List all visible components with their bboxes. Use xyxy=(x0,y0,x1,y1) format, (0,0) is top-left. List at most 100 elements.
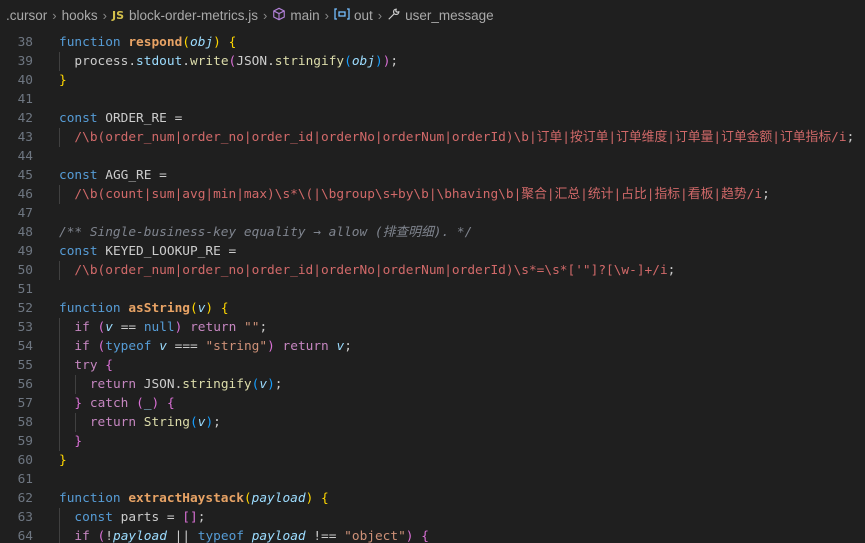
chevron-right-icon: › xyxy=(263,7,268,23)
code-line[interactable]: 54 if (typeof v === "string") return v; xyxy=(0,337,865,356)
code-line[interactable]: 57 } catch (_) { xyxy=(0,394,865,413)
line-number: 62 xyxy=(17,491,33,506)
code-token: const xyxy=(74,510,121,525)
chevron-right-icon: › xyxy=(324,7,329,23)
code-token: stdout xyxy=(136,54,183,69)
code-text: /** Single-business-key equality → allow… xyxy=(59,223,472,242)
code-line[interactable]: 59 } xyxy=(0,432,865,451)
code-token: ORDER_RE = xyxy=(105,111,183,126)
code-token: ( xyxy=(189,301,198,316)
line-number: 60 xyxy=(17,453,33,468)
breadcrumb-symbol-user-message[interactable]: user_message xyxy=(387,7,494,24)
code-editor[interactable]: 38 function respond(obj) {39 process.stdo… xyxy=(0,33,865,543)
breadcrumb-file[interactable]: JS block-order-metrics.js xyxy=(112,8,258,23)
code-line[interactable]: 55 try { xyxy=(0,356,865,375)
code-text: const parts = []; xyxy=(59,508,205,527)
code-text: if (typeof v === "string") return v; xyxy=(59,337,352,356)
chevron-right-icon: › xyxy=(102,7,107,23)
code-line[interactable]: 48 /** Single-business-key equality → all… xyxy=(0,223,865,242)
code-line[interactable]: 44 xyxy=(0,147,865,166)
code-line[interactable]: 49 const KEYED_LOOKUP_RE = xyxy=(0,242,865,261)
code-text: } xyxy=(59,71,67,90)
code-token: [] xyxy=(182,510,198,525)
line-number: 47 xyxy=(17,206,33,221)
code-token: ( xyxy=(182,35,190,50)
breadcrumb-folder[interactable]: .cursor xyxy=(6,8,47,23)
code-line[interactable]: 52 function asString(v) { xyxy=(0,299,865,318)
code-token: ; xyxy=(390,54,399,69)
code-token: if xyxy=(74,320,98,335)
line-number: 42 xyxy=(17,111,33,126)
code-token: const xyxy=(59,244,106,259)
code-token: { xyxy=(321,491,329,506)
code-token: /\b(order_num|order_no|order_id|orderNo|… xyxy=(74,263,668,278)
code-text: return JSON.stringify(v); xyxy=(59,375,283,394)
cube-icon xyxy=(272,7,286,24)
wrench-icon xyxy=(387,7,401,24)
code-token: obj xyxy=(351,54,375,69)
code-token: return xyxy=(89,415,144,430)
code-line[interactable]: 61 xyxy=(0,470,865,489)
code-token: === xyxy=(166,339,206,354)
breadcrumb-symbol-main[interactable]: main xyxy=(272,7,320,24)
code-token: ! xyxy=(105,529,113,543)
code-line[interactable]: 53 if (v == null) return ""; xyxy=(0,318,865,337)
code-line[interactable]: 58 return String(v); xyxy=(0,413,865,432)
code-line[interactable]: 39 process.stdout.write(JSON.stringify(o… xyxy=(0,52,865,71)
code-token: extractHaystack xyxy=(128,491,244,506)
code-token: ; xyxy=(846,130,855,145)
code-line[interactable]: 64 if (!payload || typeof payload !== "o… xyxy=(0,527,865,543)
breadcrumb: .cursor › hooks › JS block-order-metrics… xyxy=(0,0,865,30)
code-token: } xyxy=(59,453,67,468)
line-number: 55 xyxy=(17,358,33,373)
code-token: String xyxy=(143,415,190,430)
code-token: typeof xyxy=(105,339,160,354)
code-line[interactable]: 62 function extractHaystack(payload) { xyxy=(0,489,865,508)
code-token: /\b(order_num|order_no|order_id|orderNo|… xyxy=(74,130,847,145)
code-token: v xyxy=(259,377,268,392)
code-token: process. xyxy=(59,54,137,69)
breadcrumb-subfolder[interactable]: hooks xyxy=(62,8,98,23)
code-line[interactable]: 46 /\b(count|sum|avg|min|max)\s*\(|\bgro… xyxy=(0,185,865,204)
code-line[interactable]: 42 const ORDER_RE = xyxy=(0,109,865,128)
code-token: JSON. xyxy=(236,54,275,69)
breadcrumb-file-label: block-order-metrics.js xyxy=(129,7,259,23)
breadcrumb-symbol-out[interactable]: out xyxy=(334,8,373,23)
line-number: 43 xyxy=(17,130,33,145)
code-token: ; xyxy=(667,263,676,278)
breadcrumb-symbol-out-label: out xyxy=(353,7,373,23)
code-token: || xyxy=(166,529,198,543)
code-line[interactable]: 60} xyxy=(0,451,865,470)
code-token: { xyxy=(421,529,429,543)
code-line[interactable]: 47 xyxy=(0,204,865,223)
code-line[interactable]: 40} xyxy=(0,71,865,90)
line-number: 56 xyxy=(17,377,33,392)
code-text: function asString(v) { xyxy=(59,299,229,318)
line-number: 54 xyxy=(17,339,33,354)
code-text: /\b(order_num|order_no|order_id|orderNo|… xyxy=(59,261,675,280)
line-number: 52 xyxy=(17,301,33,316)
code-line[interactable]: 45 const AGG_RE = xyxy=(0,166,865,185)
code-text: return String(v); xyxy=(59,413,221,432)
code-line[interactable]: 50 /\b(order_num|order_no|order_id|order… xyxy=(0,261,865,280)
code-line[interactable]: 38 function respond(obj) { xyxy=(0,33,865,52)
code-line[interactable]: 41 xyxy=(0,90,865,109)
code-token: /** Single-business-key equality → allow… xyxy=(59,225,473,240)
line-number: 46 xyxy=(17,187,33,202)
line-number: 38 xyxy=(17,35,33,50)
code-line[interactable]: 56 return JSON.stringify(v); xyxy=(0,375,865,394)
code-line[interactable]: 63 const parts = []; xyxy=(0,508,865,527)
code-token: write xyxy=(190,54,229,69)
code-token: ; xyxy=(344,339,352,354)
code-line[interactable]: 43 /\b(order_num|order_no|order_id|order… xyxy=(0,128,865,147)
code-line[interactable]: 51 xyxy=(0,280,865,299)
line-number: 51 xyxy=(17,282,33,297)
code-token: "" xyxy=(244,320,260,335)
